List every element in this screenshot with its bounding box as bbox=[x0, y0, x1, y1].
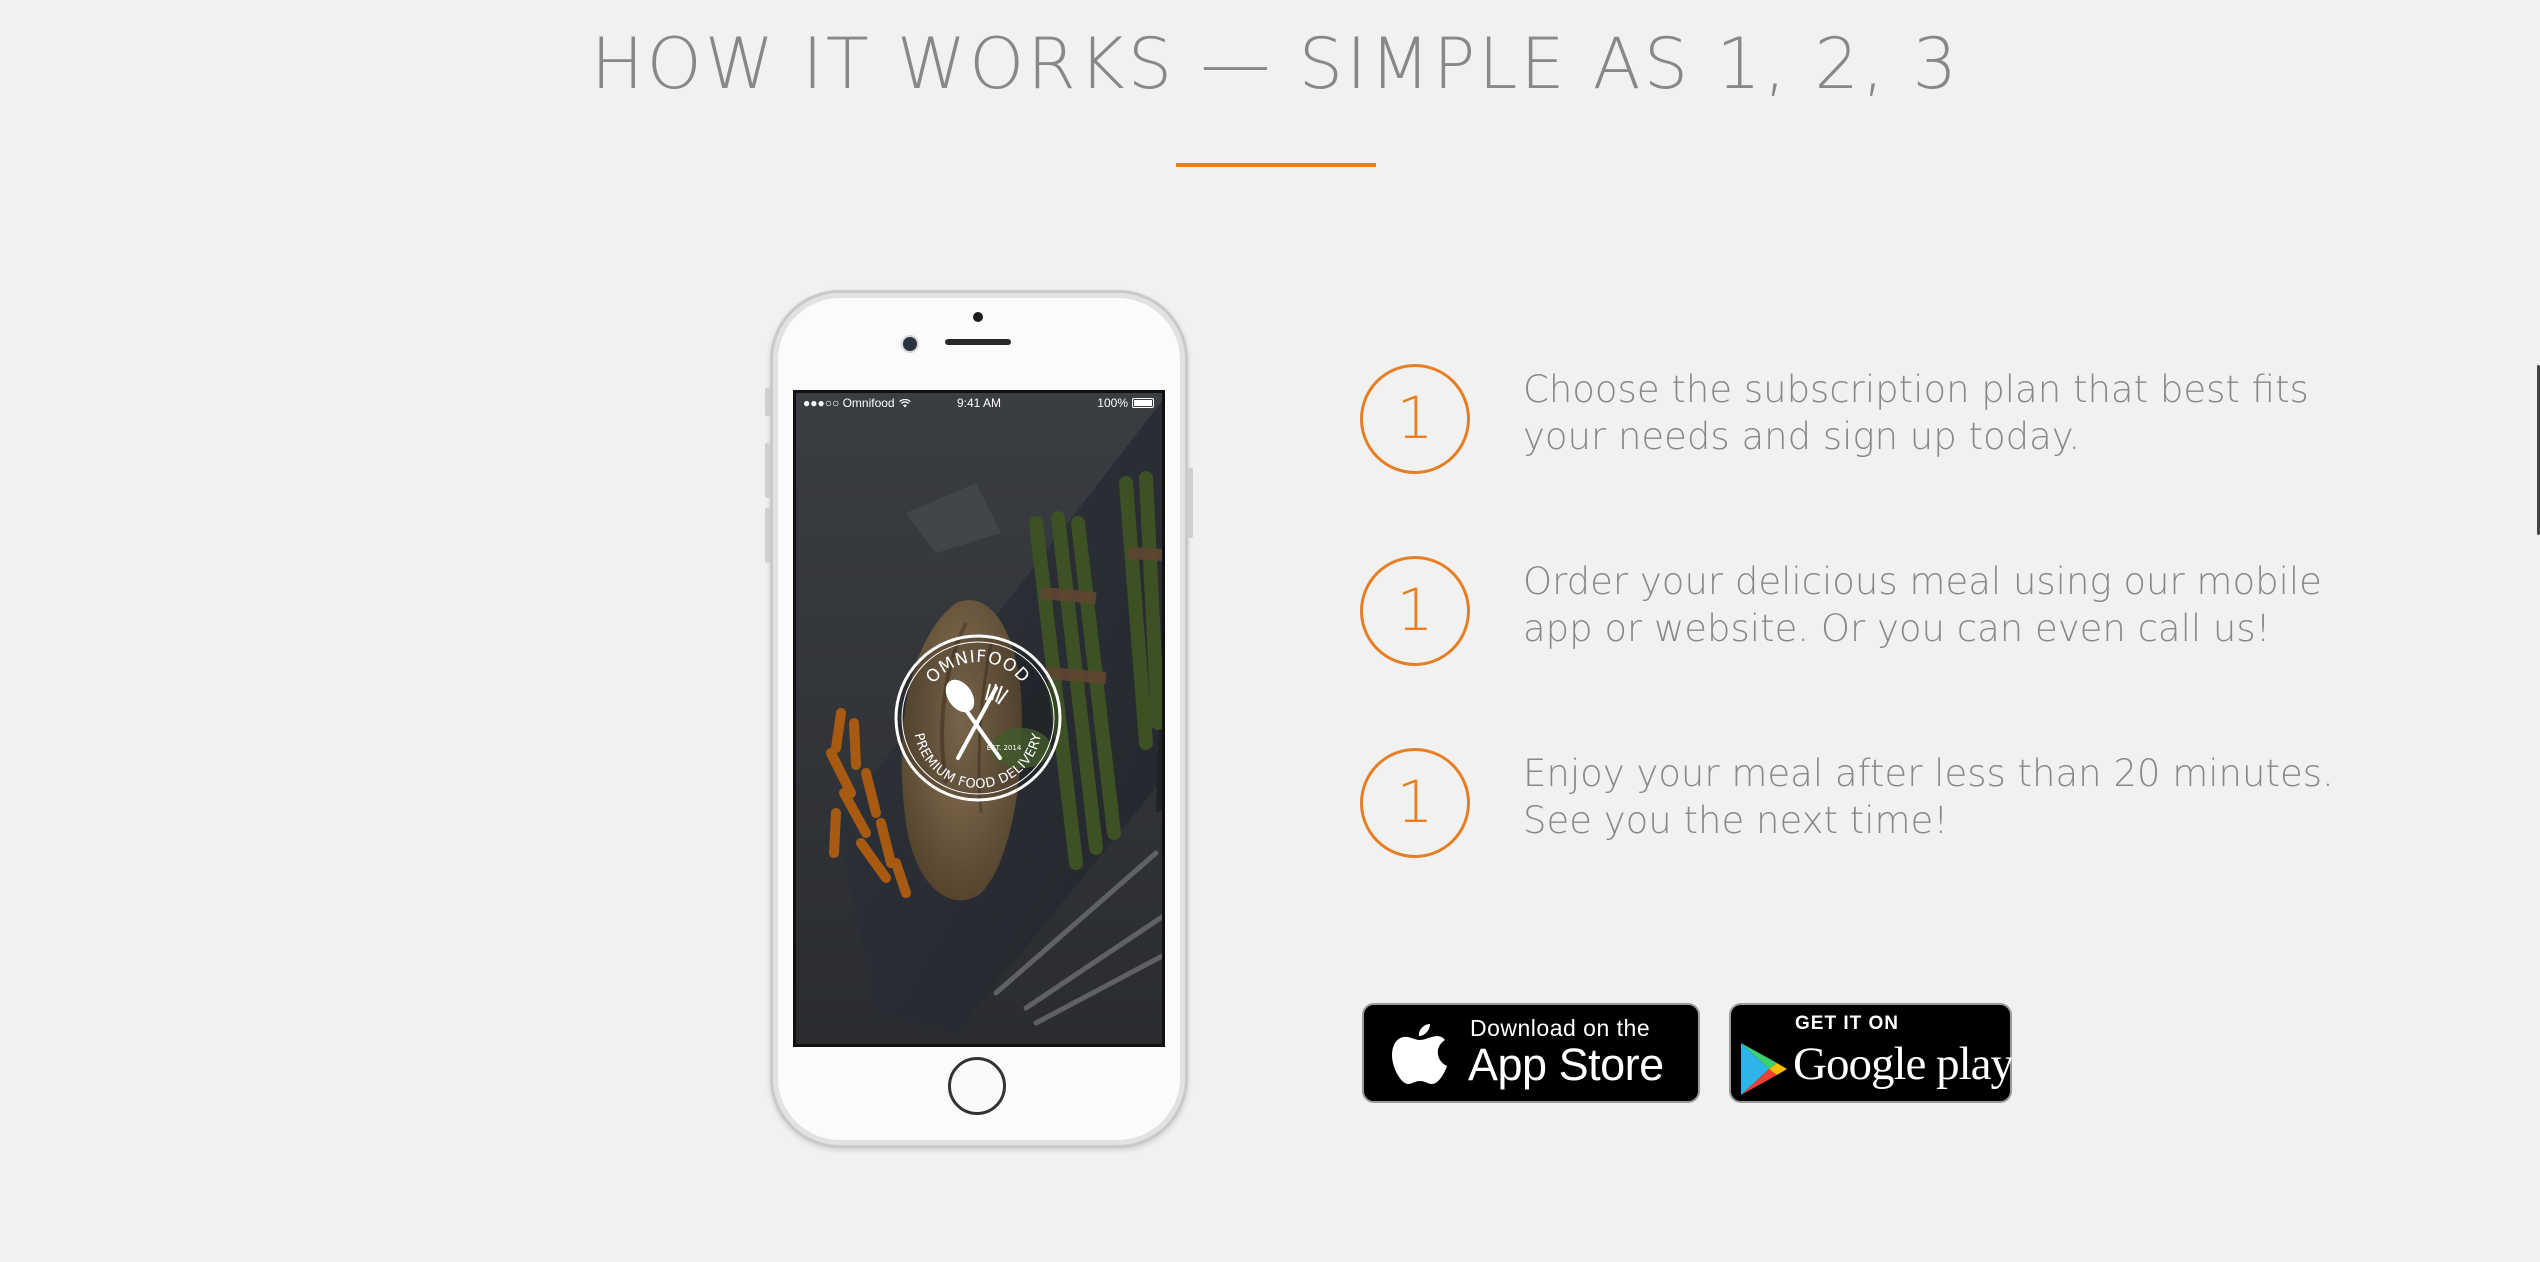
step-number: 1 bbox=[1360, 748, 1470, 858]
app-store-label: App Store bbox=[1468, 1039, 1664, 1090]
step-text: Enjoy your meal after less than 20 minut… bbox=[1523, 752, 2334, 842]
phone-screen: ●●●○○ Omnifood 9:41 AM 100% OMNIFOOD PRE… bbox=[793, 390, 1165, 1047]
battery-icon bbox=[1132, 398, 1154, 408]
phone-camera bbox=[973, 312, 983, 322]
phone-power-button bbox=[1188, 468, 1193, 538]
apple-icon bbox=[1392, 1024, 1447, 1084]
step-item: 1 Enjoy your meal after less than 20 min… bbox=[1360, 748, 2400, 858]
step-item: 1 Choose the subscription plan that best… bbox=[1360, 364, 2400, 474]
phone-mockup: ●●●○○ Omnifood 9:41 AM 100% OMNIFOOD PRE… bbox=[765, 290, 1193, 1148]
section-title: HOW IT WORKS — SIMPLE AS 1, 2, 3 bbox=[591, 23, 1960, 105]
battery-percent: 100% bbox=[1097, 396, 1128, 410]
google-play-badge[interactable]: GET IT ON Google play bbox=[1729, 1003, 2014, 1103]
step-item: 1 Order your delicious meal using our mo… bbox=[1360, 556, 2400, 666]
step-number: 1 bbox=[1360, 556, 1470, 666]
step-number: 1 bbox=[1360, 364, 1470, 474]
omnifood-logo: OMNIFOOD PREMIUM FOOD DELIVERY EST. 2014 bbox=[894, 634, 1062, 802]
phone-volume-down bbox=[765, 508, 770, 563]
phone-status-bar: ●●●○○ Omnifood 9:41 AM 100% bbox=[796, 393, 1162, 413]
title-divider bbox=[1176, 163, 1376, 167]
logo-est: EST. 2014 bbox=[987, 744, 1022, 752]
google-play-icon bbox=[1741, 1043, 1787, 1095]
step-text: Choose the subscription plan that best f… bbox=[1523, 368, 2309, 458]
google-play-small-label: GET IT ON bbox=[1795, 1013, 1899, 1034]
phone-front-sensor bbox=[903, 337, 917, 351]
app-store-badge[interactable]: Download on the App Store bbox=[1362, 1003, 1700, 1103]
phone-home-button bbox=[948, 1057, 1006, 1115]
app-store-small-label: Download on the bbox=[1470, 1015, 1651, 1041]
phone-speaker bbox=[945, 339, 1011, 345]
phone-mute-switch bbox=[765, 388, 770, 416]
google-play-label: Google play bbox=[1793, 1038, 2014, 1090]
step-text: Order your delicious meal using our mobi… bbox=[1523, 560, 2322, 650]
phone-volume-up bbox=[765, 443, 770, 498]
